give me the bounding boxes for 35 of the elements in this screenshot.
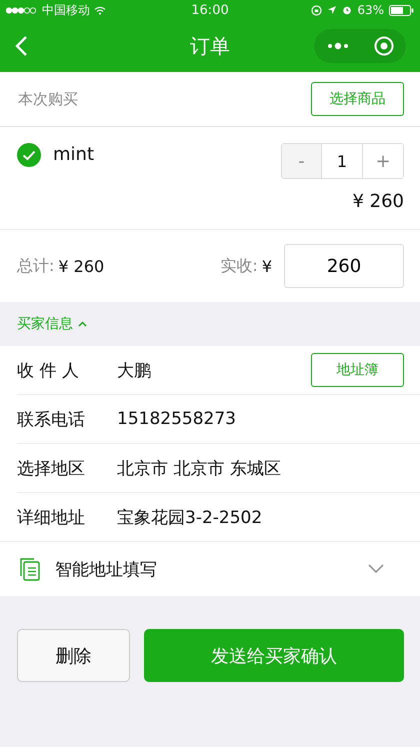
field-label: 联系电话 [17, 408, 86, 430]
document-icon[interactable] [19, 557, 41, 581]
signal-icon [6, 6, 36, 14]
field-value[interactable]: 大鹏 [117, 358, 151, 382]
chevron-icon[interactable] [367, 564, 385, 574]
field-value[interactable]: 宝象花园3-2-2502 [117, 506, 262, 528]
field-label: 详细地址 [17, 506, 86, 528]
field-label: 选择地区 [17, 458, 86, 480]
more-icon[interactable] [326, 42, 350, 50]
rotation-lock-icon [311, 4, 322, 16]
received-amount-field[interactable]: 260 [284, 244, 404, 288]
field-value[interactable]: 北京市 北京市 东城区 [117, 456, 281, 480]
item-price: ¥ 260 [352, 191, 404, 212]
field-label: 收 件 人 [17, 360, 80, 382]
total-value: ¥ 260 [58, 256, 104, 276]
status-time: 16:00 [191, 2, 229, 18]
field-value[interactable]: 15182558273 [117, 409, 236, 429]
section-label: 本次购买 [18, 90, 78, 108]
location-arrow-icon [327, 5, 338, 15]
battery-icon [389, 4, 414, 16]
page-title: 订单 [190, 32, 230, 60]
currency-symbol: ¥ [262, 256, 272, 276]
delete-button[interactable]: 删除 [17, 629, 130, 682]
battery-percent: 63% [357, 3, 384, 17]
caret-icon[interactable] [78, 321, 87, 327]
received-label: 实收: [220, 256, 258, 276]
back-icon[interactable] [14, 35, 28, 57]
smart-address-fill[interactable]: 智能地址填写 [55, 558, 157, 580]
product-name: mint [53, 143, 94, 167]
wifi-icon [94, 6, 106, 14]
close-circle-icon[interactable] [374, 36, 394, 56]
carrier-name: 中国移动 [42, 2, 90, 18]
alarm-icon [342, 5, 352, 15]
check-icon[interactable] [17, 143, 41, 167]
total-label: 总计: [17, 256, 54, 276]
